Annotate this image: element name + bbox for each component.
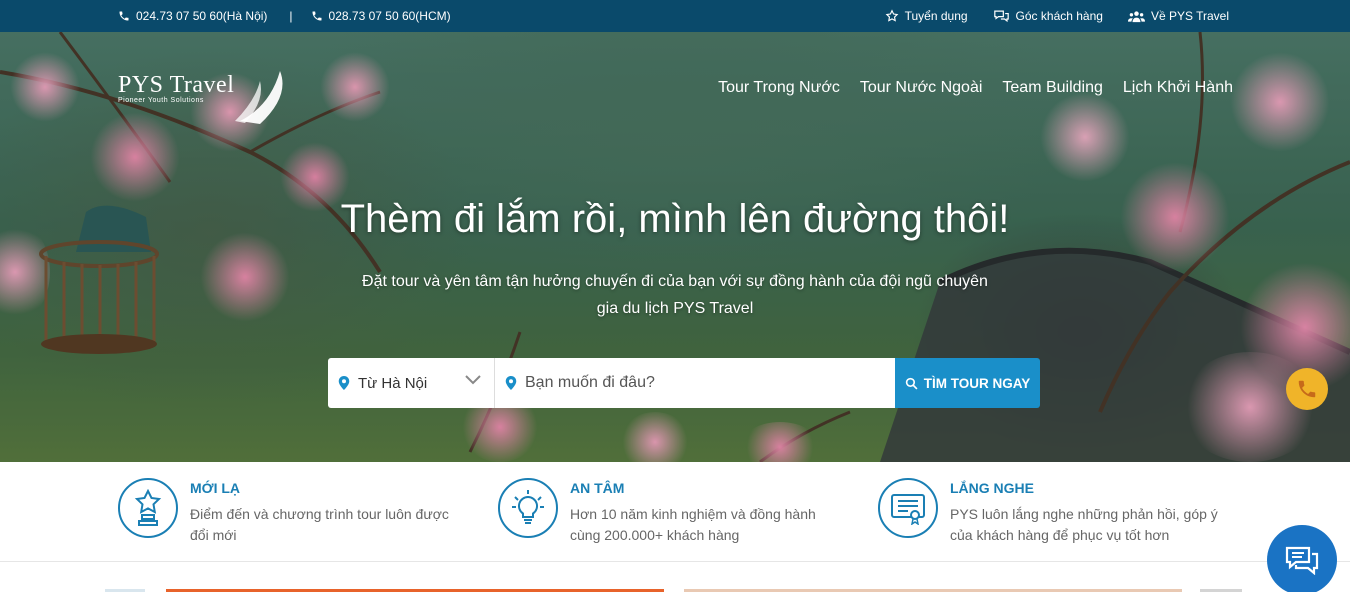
chat-button[interactable]	[1267, 525, 1337, 592]
departure-value: Từ Hà Nội	[358, 374, 428, 392]
feature-title: LẮNG NGHE	[950, 480, 1034, 496]
feature-description: Điểm đến và chương trình tour luôn được …	[190, 506, 449, 543]
features-row: MỚI LẠ Điểm đến và chương trình tour luô…	[0, 462, 1350, 562]
lightbulb-icon	[498, 478, 558, 538]
location-pin-icon	[505, 376, 517, 390]
customer-corner-label: Góc khách hàng	[1015, 9, 1103, 23]
phone-icon	[1298, 380, 1316, 398]
location-pin-icon	[338, 376, 350, 390]
search-tour-button[interactable]: TÌM TOUR NGAY	[895, 358, 1040, 408]
nav-team-building[interactable]: Team Building	[1002, 79, 1103, 97]
phone-hcm-text: 028.73 07 50 60(HCM)	[328, 9, 451, 23]
feature-title: MỚI LẠ	[190, 480, 241, 496]
phone-hcm-link[interactable]: 028.73 07 50 60(HCM)	[311, 9, 451, 23]
main-nav: Tour Trong Nước Tour Nước Ngoài Team Bui…	[718, 79, 1233, 97]
users-icon	[1127, 10, 1145, 22]
top-bar: 024.73 07 50 60(Hà Nội) | 028.73 07 50 6…	[0, 0, 1350, 32]
phone-icon	[119, 11, 129, 21]
feature-description: PYS luôn lắng nghe những phản hồi, góp ý…	[950, 506, 1218, 543]
destination-field	[495, 358, 895, 408]
search-icon	[905, 377, 918, 389]
feature-title: AN TÂM	[570, 480, 625, 496]
phone-separator: |	[289, 9, 293, 23]
contact-phones: 024.73 07 50 60(Hà Nội) | 028.73 07 50 6…	[118, 0, 451, 32]
about-link[interactable]: Về PYS Travel	[1127, 9, 1229, 23]
sail-logo-icon	[235, 71, 283, 124]
nav-departure-schedule[interactable]: Lịch Khởi Hành	[1123, 79, 1233, 97]
call-button[interactable]	[1286, 368, 1328, 410]
phone-hanoi-text: 024.73 07 50 60(Hà Nội)	[136, 9, 268, 23]
chevron-down-icon	[465, 375, 481, 385]
careers-link[interactable]: Tuyển dụng	[885, 9, 968, 23]
careers-label: Tuyển dụng	[904, 9, 968, 23]
hero-banner: PYS Travel Pioneer Youth Solutions Tour …	[0, 32, 1350, 462]
tour-search-form: Từ Hà Nội TÌM TOUR NGAY	[328, 358, 1040, 408]
phone-hanoi-link[interactable]: 024.73 07 50 60(Hà Nội)	[118, 9, 267, 23]
hero-headline: Thèm đi lắm rồi, mình lên đường thôi!	[340, 197, 1010, 241]
feature-description: Hơn 10 năm kinh nghiệm và đồng hành cùng…	[570, 506, 816, 543]
chat-icon	[993, 10, 1009, 23]
search-tour-label: TÌM TOUR NGAY	[923, 375, 1031, 391]
departure-select[interactable]: Từ Hà Nội	[328, 358, 495, 408]
star-trophy-icon	[118, 478, 178, 538]
certificate-icon	[878, 478, 938, 538]
hero-subline: Đặt tour và yên tâm tận hưởng chuyến đi …	[362, 273, 988, 317]
star-icon	[885, 9, 898, 22]
logo-text: PYS Travel	[118, 72, 235, 98]
top-links: Tuyển dụng Góc khách hàng Về PYS Travel	[885, 0, 1229, 32]
nav-domestic-tours[interactable]: Tour Trong Nước	[718, 79, 840, 97]
phone-icon	[312, 11, 322, 21]
chat-icon	[1285, 546, 1319, 575]
customer-corner-link[interactable]: Góc khách hàng	[993, 9, 1103, 23]
nav-international-tours[interactable]: Tour Nước Ngoài	[860, 79, 983, 97]
about-label: Về PYS Travel	[1150, 9, 1229, 23]
site-logo[interactable]: PYS Travel Pioneer Youth Solutions	[118, 71, 283, 124]
destination-input[interactable]	[525, 374, 885, 392]
